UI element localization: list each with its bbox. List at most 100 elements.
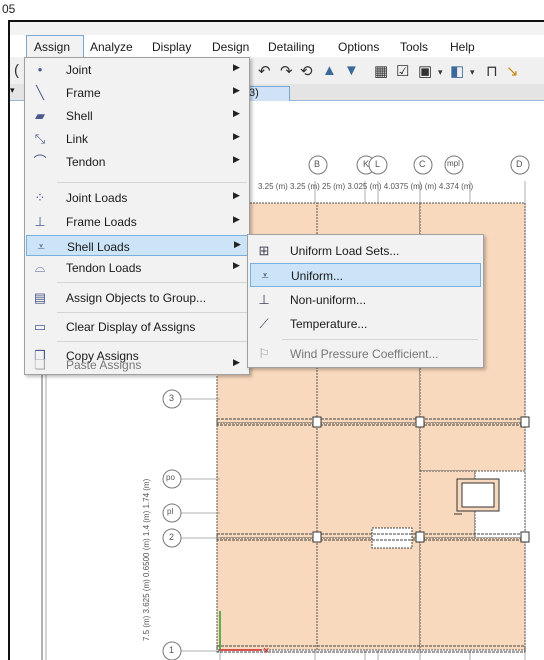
display-options-icon[interactable]: ◧ [450,62,464,80]
submenu-separator [282,339,478,340]
grid-label-mpl: mpl [447,159,460,168]
column-5 [520,416,530,428]
toolbar-partial-icon[interactable]: ( [14,62,19,79]
submenu-arrow-icon: ▶ [233,190,240,200]
menu-item-label: Tendon [66,155,106,169]
grid-label-c: C [419,159,426,169]
menu-item-label: Paste Assigns [66,358,142,372]
menu-item-label: Shell Loads [67,240,130,254]
menu-item-label: Joint [66,63,92,77]
column-4 [415,531,425,543]
dropdown-arrow-icon-2[interactable]: ▾ [470,67,475,78]
dropdown-arrow-icon[interactable]: ▾ [438,67,443,78]
menu-assign[interactable]: Assign [34,40,70,54]
menu-item-tendon-loads[interactable]: ⌓ Tendon Loads ▶ [26,257,248,278]
column-6 [520,531,530,543]
slab-panel-b3 [419,422,526,472]
submenu-item-label: Non-uniform... [290,293,367,307]
grid-label-b: B [314,159,321,169]
grid-label-l: L [375,159,381,169]
plan-view-icon[interactable]: ▦ [374,62,388,80]
menu-item-paste-assigns[interactable]: ❏ Paste Assigns ▶ [26,354,248,375]
tab-dropdown-icon[interactable]: ▾ [10,85,15,96]
submenu-item-label: Temperature... [290,317,368,331]
menu-item-label: Link [66,132,89,146]
column-2 [415,416,425,428]
column-1 [312,416,322,428]
menu-design[interactable]: Design [212,40,249,54]
menu-item-joint-loads[interactable]: ⁘ Joint Loads ▶ [26,187,248,208]
assign-dropdown-menu: • Joint ▶ ╲ Frame ▶ ▰ Shell ▶ ⤡ Link ▶ ⌒… [24,57,250,375]
grid-label-1: 1 [169,645,175,655]
menu-item-label: Tendon Loads [66,261,142,275]
frame-icon: ╲ [36,85,44,100]
screenshot-frame: 05 Assign Analyze Display Design Detaili… [0,0,544,660]
select-check-icon[interactable]: ☑ [396,62,409,80]
menu-display[interactable]: Display [152,40,191,54]
svg-text:×: × [263,645,269,657]
frame-draw-icon[interactable]: ⊓ [486,62,498,80]
menu-item-clear-display-of-assigns[interactable]: ▭ Clear Display of Assigns [26,316,248,337]
redo-icon[interactable]: ↷ [280,62,293,80]
menu-detailing[interactable]: Detailing [268,40,315,54]
menu-item-assign-objects-to-group[interactable]: ▤ Assign Objects to Group... [26,287,248,308]
uniform-load-sets-icon: ⊞ [258,243,270,258]
menu-item-tendon[interactable]: ⌒ Tendon ▶ [26,151,248,172]
undo-icon[interactable]: ↶ [258,62,271,80]
submenu-item-label: Uniform Load Sets... [290,244,400,258]
grid-label-po: po [166,473,175,482]
submenu-item-wind-pressure-coefficient[interactable]: ⚐ Wind Pressure Coefficient... [250,342,481,366]
column-3 [312,531,322,543]
stair-box-inner [461,482,495,508]
move-down-icon[interactable]: ▼ [344,62,359,79]
slab-panel-c3 [419,537,526,651]
non-uniform-icon: ⊥ [258,292,270,307]
top-dimension-labels: 3.25 (m) 3.25 (m) 25 (m) 3.025 (m) 4.037… [258,182,474,191]
menu-item-label: Clear Display of Assigns [66,320,196,334]
left-dimension-labels: 7.5 (m) 3.625 (m) 0.6500 (m) 1.4 (m) 1.7… [142,478,151,641]
submenu-arrow-icon: ▶ [233,131,240,141]
submenu-item-uniform[interactable]: ⩡ Uniform... [250,263,481,287]
menu-item-label: Assign Objects to Group... [66,291,207,305]
menu-separator [57,282,247,283]
submenu-arrow-icon: ▶ [234,239,241,249]
menu-item-shell[interactable]: ▰ Shell ▶ [26,105,248,126]
clear-display-icon: ▭ [33,319,47,334]
submenu-item-uniform-load-sets[interactable]: ⊞ Uniform Load Sets... [250,239,481,263]
menu-help[interactable]: Help [450,40,475,54]
menu-item-frame[interactable]: ╲ Frame ▶ [26,82,248,103]
tendon-loads-icon: ⌓ [34,260,46,275]
grid-label-pl: pl [167,507,174,516]
refresh-window-icon[interactable]: ⟲ [300,62,313,80]
submenu-item-non-uniform[interactable]: ⊥ Non-uniform... [250,288,481,312]
submenu-arrow-icon: ▶ [233,154,240,164]
wind-pressure-icon: ⚐ [258,346,270,361]
tendon-icon: ⌒ [33,154,47,169]
grid-label-k: K [363,159,370,169]
menu-options[interactable]: Options [338,40,379,54]
submenu-arrow-icon: ▶ [233,214,240,224]
submenu-item-label: Wind Pressure Coefficient... [290,347,439,361]
slab-panel-b1 [216,422,318,539]
menu-tools[interactable]: Tools [400,40,428,54]
menu-item-joint[interactable]: • Joint ▶ [26,59,248,80]
submenu-arrow-icon: ▶ [233,108,240,118]
slab-panel-c2 [316,537,421,651]
move-up-icon[interactable]: ▲ [322,62,337,79]
toolbar-more-icon[interactable]: ↘ [506,62,519,80]
link-icon: ⤡ [34,131,46,146]
submenu-arrow-icon: ▶ [233,62,240,72]
frame-loads-icon: ⊥ [34,214,46,229]
menu-item-shell-loads[interactable]: ⩡ Shell Loads ▶ [26,235,248,256]
view-3d-icon[interactable]: ▣ [418,62,432,80]
menu-analyze[interactable]: Analyze [90,40,133,54]
submenu-item-temperature[interactable]: ⟋ Temperature... [250,312,481,336]
small-opening [371,527,413,549]
tab-label: 3) [249,87,259,99]
menu-item-link[interactable]: ⤡ Link ▶ [26,128,248,149]
window-corner-label: 05 [2,2,16,16]
paste-icon: ❏ [34,357,46,372]
slab-panel-b2 [316,422,421,539]
menu-item-frame-loads[interactable]: ⊥ Frame Loads ▶ [26,211,248,232]
joint-icon: • [37,62,43,77]
